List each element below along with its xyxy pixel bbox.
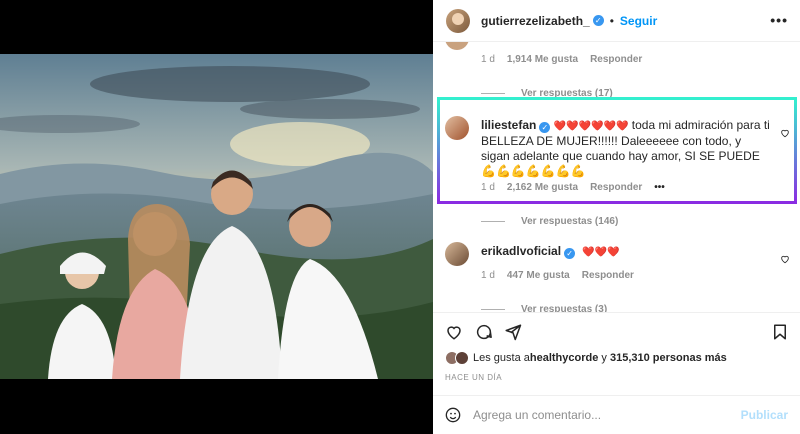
likes-prefix: Les gusta a	[473, 352, 530, 364]
comment-likes[interactable]: 2,162 Me gusta	[507, 182, 578, 193]
comment-username[interactable]: liliestefan	[481, 118, 536, 132]
comment-meta: 1 d 2,162 Me gusta Responder •••	[481, 182, 677, 193]
like-comment-heart-icon[interactable]	[780, 128, 790, 138]
comment-more-icon[interactable]: •••	[654, 182, 665, 193]
comment-avatar[interactable]	[445, 42, 469, 50]
comment-likes[interactable]: 1,914 Me gusta	[507, 54, 578, 65]
likers-avatars	[445, 351, 471, 365]
likes-middle: y	[598, 352, 610, 364]
reply-button[interactable]: Responder	[590, 182, 642, 193]
post-actions: Les gusta a healthycorde y 315,310 perso…	[433, 312, 800, 432]
separator-dot: •	[609, 13, 614, 28]
comment-bubble-icon[interactable]	[475, 323, 493, 341]
post-side-panel: gutierrezelizabeth_ ✓ • Seguir ••• 1 d 1…	[433, 0, 800, 434]
comment-likes[interactable]: 447 Me gusta	[507, 270, 570, 281]
publish-button[interactable]: Publicar	[741, 408, 788, 422]
comment-hearts: ❤️❤️❤️	[582, 247, 620, 258]
more-options-icon[interactable]: •••	[770, 12, 788, 28]
view-replies-label: Ver respuestas (3)	[521, 304, 608, 312]
comment-body: liliestefan ✓ ❤️❤️❤️❤️❤️❤️ toda mi admira…	[481, 118, 771, 179]
author-username[interactable]: gutierrezelizabeth_	[481, 14, 590, 28]
comment-avatar[interactable]	[445, 242, 469, 266]
replies-divider	[481, 93, 505, 94]
comment-time[interactable]: 1 d	[481, 54, 495, 65]
follow-button[interactable]: Seguir	[620, 14, 657, 28]
likes-count[interactable]: 315,310 personas más	[610, 352, 727, 364]
comment-time[interactable]: 1 d	[481, 182, 495, 193]
author-avatar[interactable]	[446, 8, 470, 33]
comment-body: erikadlvoficial ✓ ❤️❤️❤️	[481, 244, 771, 260]
comment-input[interactable]: Agrega un comentario...	[473, 408, 741, 422]
liker-username[interactable]: healthycorde	[530, 352, 598, 364]
post-photo[interactable]	[0, 54, 433, 379]
emoji-smiley-icon[interactable]	[445, 407, 461, 423]
add-comment-bar: Agrega un comentario... Publicar	[433, 395, 800, 433]
comments-list: 1 d 1,914 Me gusta Responder Ver respues…	[433, 42, 800, 312]
verified-badge-icon: ✓	[539, 122, 551, 133]
comment-meta: 1 d 447 Me gusta Responder	[481, 270, 646, 281]
share-paper-plane-icon[interactable]	[504, 323, 522, 341]
view-replies-label: Ver respuestas (17)	[521, 88, 613, 99]
likes-summary: Les gusta a healthycorde y 315,310 perso…	[445, 351, 727, 365]
verified-badge-icon: ✓	[564, 248, 576, 259]
post-header: gutierrezelizabeth_ ✓ • Seguir •••	[433, 0, 800, 42]
post-time-ago[interactable]: HACE UN DÍA	[445, 373, 502, 382]
comment-avatar[interactable]	[445, 116, 469, 140]
like-comment-heart-icon[interactable]	[780, 254, 790, 264]
comment-item: erikadlvoficial ✓ ❤️❤️❤️ 1 d 447 Me gusta…	[445, 242, 790, 302]
replies-divider	[481, 221, 505, 222]
post-media-pane	[0, 0, 433, 434]
comment-time[interactable]: 1 d	[481, 270, 495, 281]
view-replies-button[interactable]: Ver respuestas (17)	[481, 88, 613, 99]
like-heart-icon[interactable]	[445, 323, 463, 341]
view-replies-label: Ver respuestas (146)	[521, 216, 619, 227]
replies-divider	[481, 309, 505, 310]
reply-button[interactable]: Responder	[590, 54, 642, 65]
view-replies-button[interactable]: Ver respuestas (146)	[481, 216, 618, 227]
comment-meta: 1 d 1,914 Me gusta Responder	[481, 54, 654, 65]
view-replies-button[interactable]: Ver respuestas (3)	[481, 304, 607, 312]
save-bookmark-icon[interactable]	[771, 323, 789, 341]
verified-badge-icon: ✓	[592, 15, 604, 26]
reply-button[interactable]: Responder	[582, 270, 634, 281]
comment-hearts: ❤️❤️❤️❤️❤️❤️	[553, 121, 629, 132]
comment-username[interactable]: erikadlvoficial	[481, 244, 561, 258]
comment-item: liliestefan ✓ ❤️❤️❤️❤️❤️❤️ toda mi admira…	[445, 116, 790, 216]
